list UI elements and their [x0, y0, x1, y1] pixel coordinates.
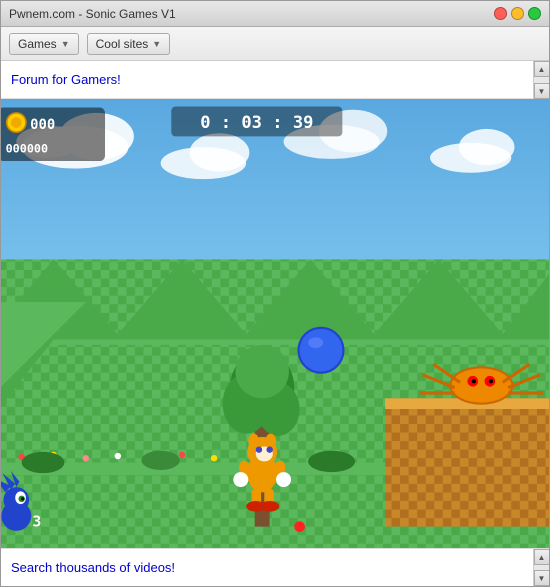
title-bar: Pwnem.com - Sonic Games V1: [1, 1, 549, 27]
cool-sites-label: Cool sites: [96, 37, 149, 51]
top-bar: Forum for Gamers!: [1, 61, 533, 99]
window-title: Pwnem.com - Sonic Games V1: [9, 7, 176, 21]
scroll-down-arrow[interactable]: ▼: [534, 83, 550, 99]
bottom-scroll-up-arrow[interactable]: ▲: [534, 549, 550, 565]
games-dropdown-arrow: ▼: [61, 39, 70, 49]
bottom-scroll-down-arrow[interactable]: ▼: [534, 570, 550, 586]
games-menu-button[interactable]: Games ▼: [9, 33, 79, 55]
minimize-button[interactable]: [511, 7, 524, 20]
window-controls: [494, 7, 541, 20]
top-bar-row: Forum for Gamers! ▲ ▼: [1, 61, 549, 99]
toolbar: Games ▼ Cool sites ▼: [1, 27, 549, 61]
svg-text:000: 000: [30, 117, 55, 133]
cool-sites-menu-button[interactable]: Cool sites ▼: [87, 33, 171, 55]
svg-text:000000: 000000: [6, 141, 48, 155]
main-window: Pwnem.com - Sonic Games V1 Games ▼ Cool …: [0, 0, 550, 587]
bottom-bar-content: Search thousands of videos!: [1, 549, 533, 586]
maximize-button[interactable]: [528, 7, 541, 20]
cool-sites-dropdown-arrow: ▼: [152, 39, 161, 49]
bottom-scrollbar: ▲ ▼: [533, 549, 549, 586]
bottom-bar: Search thousands of videos! ▲ ▼: [1, 548, 549, 586]
game-canvas: 3 000 000000 0 : 03 : 39: [1, 99, 549, 548]
forum-link[interactable]: Forum for Gamers!: [11, 72, 121, 87]
svg-text:0 : 03 : 39: 0 : 03 : 39: [200, 113, 313, 133]
svg-text:3: 3: [32, 513, 41, 531]
game-container: 3 000 000000 0 : 03 : 39: [1, 99, 549, 548]
top-scrollbar: ▲ ▼: [533, 61, 549, 99]
search-link[interactable]: Search thousands of videos!: [11, 560, 175, 575]
scroll-up-arrow[interactable]: ▲: [534, 61, 550, 77]
games-label: Games: [18, 37, 57, 51]
content-area: Forum for Gamers! ▲ ▼: [1, 61, 549, 586]
close-button[interactable]: [494, 7, 507, 20]
